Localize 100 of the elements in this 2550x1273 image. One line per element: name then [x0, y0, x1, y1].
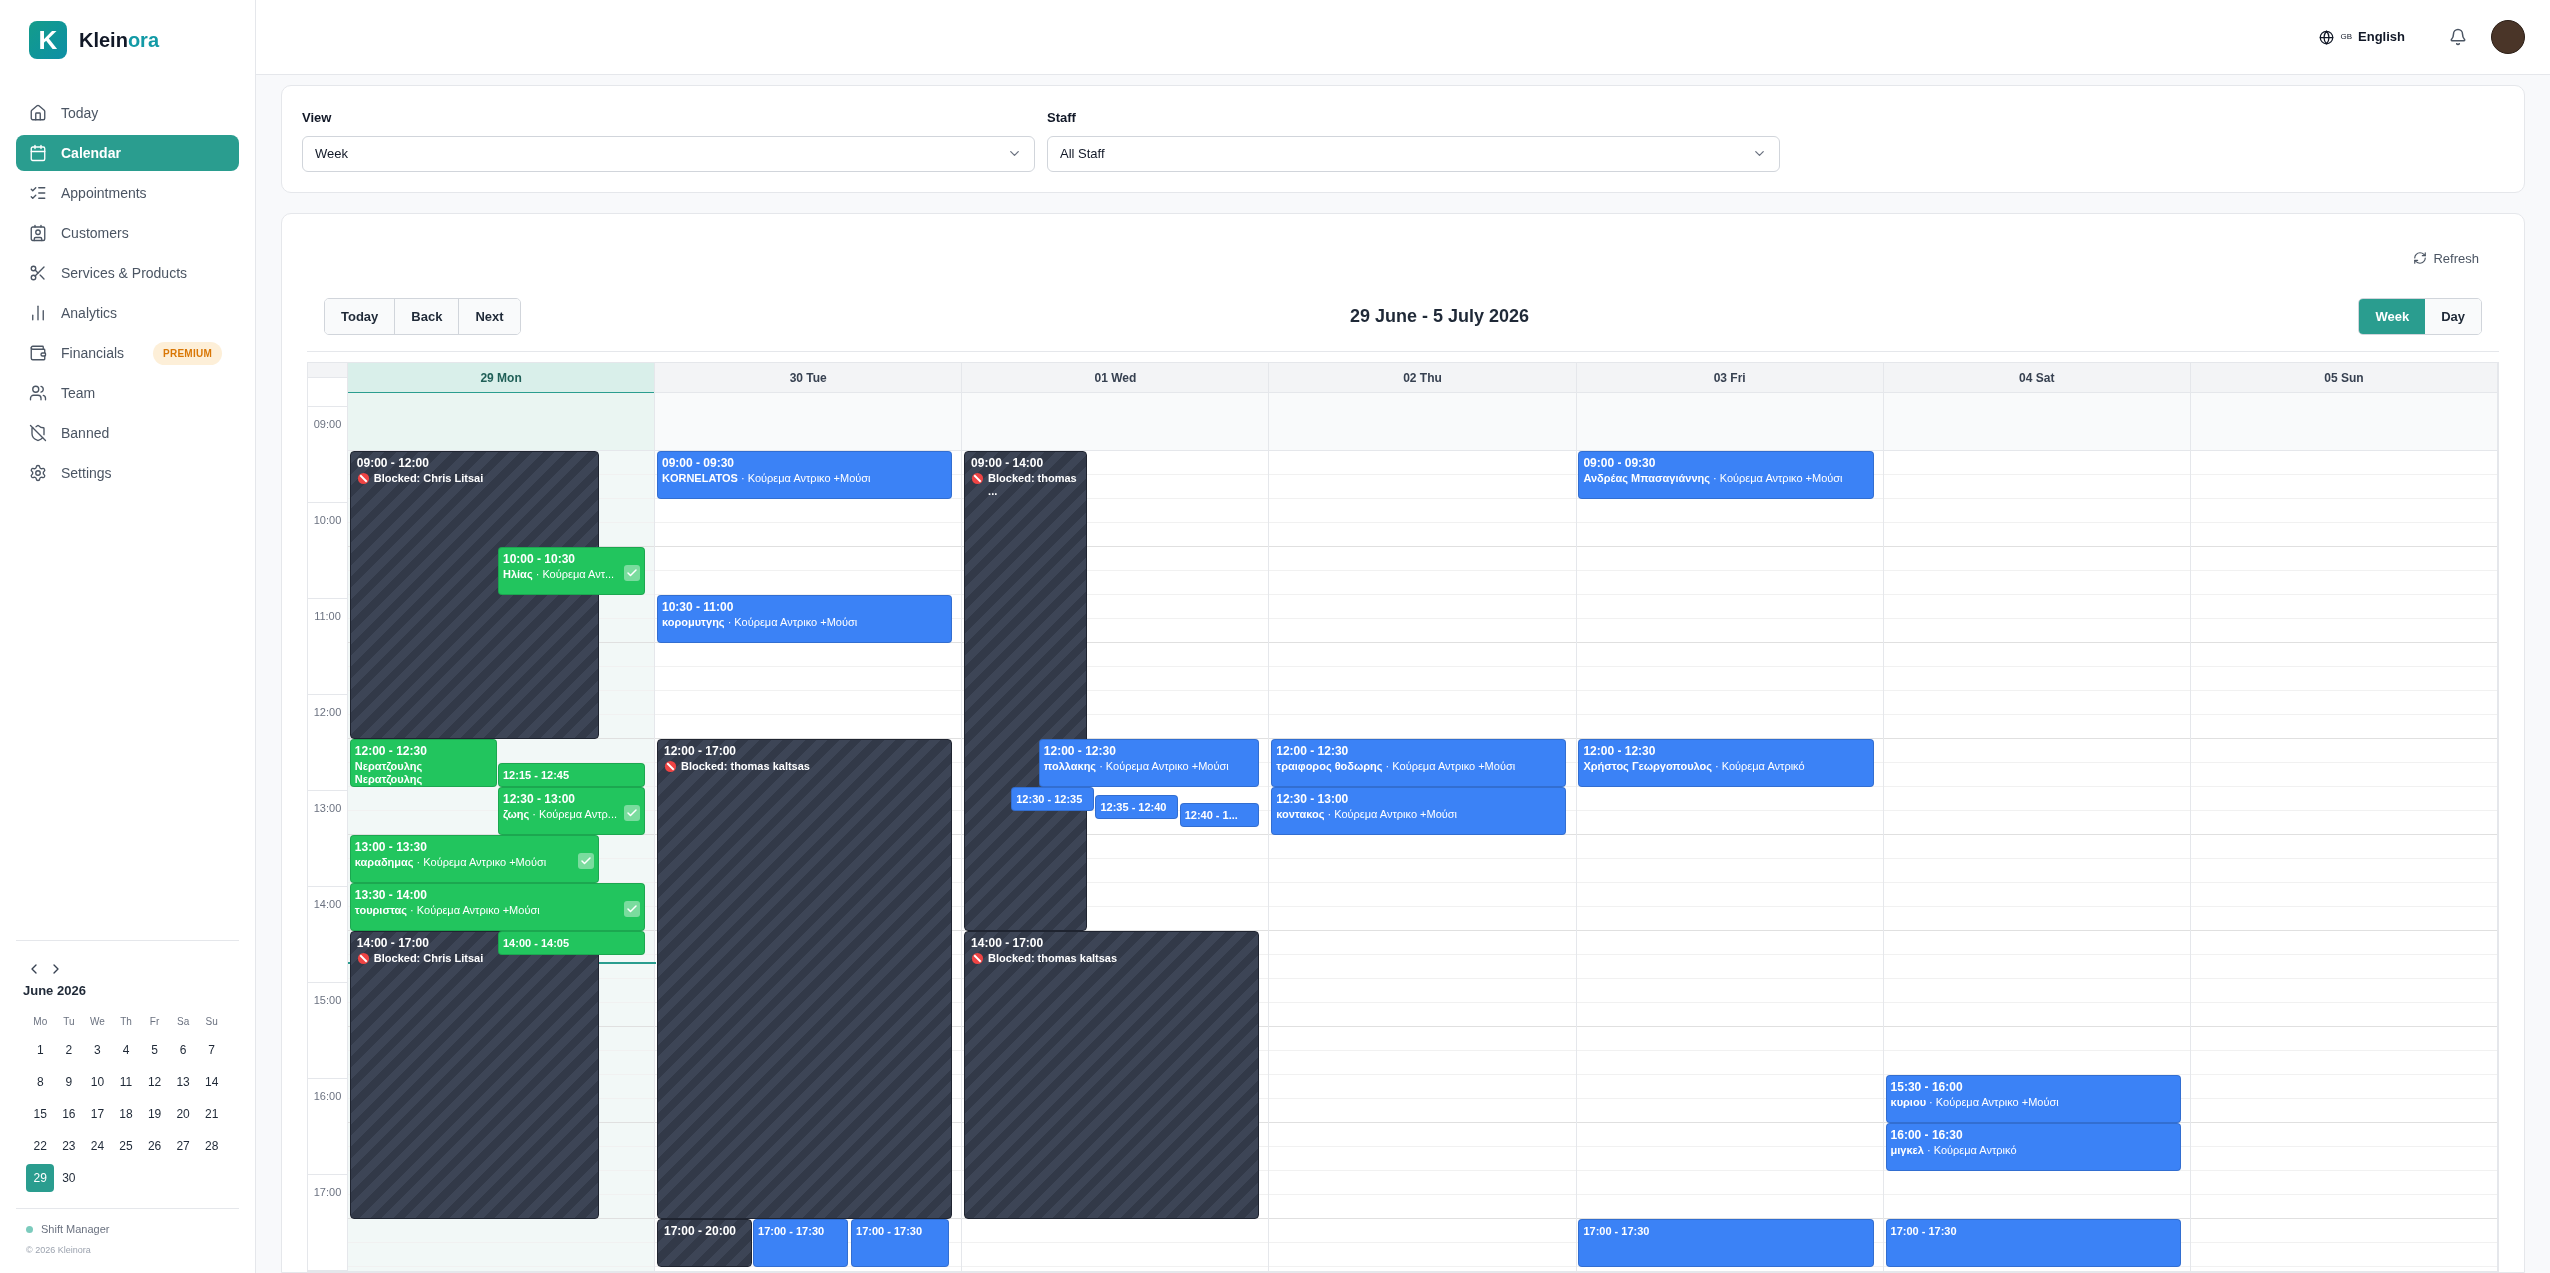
- sidebar-item[interactable]: Analytics: [16, 295, 239, 331]
- calendar-icon: [29, 144, 47, 162]
- sidebar-item[interactable]: Appointments: [16, 175, 239, 211]
- calendar-day[interactable]: 18: [112, 1100, 140, 1128]
- day-header: 01 Wed: [962, 363, 1269, 393]
- calendar-day[interactable]: 30: [54, 1164, 83, 1192]
- calendar-day[interactable]: 14: [197, 1068, 226, 1096]
- check-icon[interactable]: [623, 805, 640, 821]
- calendar-day[interactable]: 3: [83, 1036, 112, 1064]
- event-time: 12:30 - 13:00: [1276, 792, 1349, 806]
- weekday-label: Sa: [176, 1015, 191, 1029]
- nav-button[interactable]: Back: [394, 299, 459, 334]
- appointment-block[interactable]: 17:00 - 17:30: [1885, 1219, 2181, 1267]
- event-details: Ανδρέας Μπασαγιάννης · Κούρεμα Αντρικο +Μούσι: [1583, 472, 1843, 485]
- calendar-day[interactable]: 25: [112, 1132, 140, 1160]
- calendar-day[interactable]: 8: [26, 1068, 55, 1096]
- calendar-day[interactable]: 4: [112, 1036, 140, 1064]
- calendar-day[interactable]: 22: [26, 1132, 55, 1160]
- sidebar-item[interactable]: Customers: [16, 215, 239, 251]
- blocked-icon: [356, 952, 370, 965]
- appointment-block[interactable]: 12:30 - 13:00 κοντακος · Κούρεμα Αντρικο +Μούσι: [1271, 787, 1567, 835]
- appointment-block[interactable]: 15:30 - 16:00 κυριου · Κούρεμα Αντρικο +Μούσι: [1885, 1075, 2181, 1123]
- blocked-time-block[interactable]: 12:00 - 17:00 Blocked: thomas kaltsas: [656, 739, 953, 1219]
- calendar-day[interactable]: 24: [83, 1132, 112, 1160]
- appointment-block[interactable]: 17:00 - 17:30: [851, 1219, 949, 1267]
- calendar-day[interactable]: 19: [140, 1100, 169, 1128]
- calendar-day[interactable]: 23: [54, 1132, 83, 1160]
- event-time: 12:00 - 12:30: [354, 744, 427, 758]
- check-icon[interactable]: [623, 901, 640, 917]
- event-time: 12:00 - 12:30: [1276, 744, 1349, 758]
- appointment-block[interactable]: 12:35 - 12:40: [1095, 795, 1179, 819]
- check-icon[interactable]: [578, 853, 595, 869]
- calendar-day[interactable]: 16: [54, 1100, 83, 1128]
- appointment-block[interactable]: 09:00 - 09:30 KORNELATOS · Κούρεμα Αντρικο +Μούσι: [656, 451, 953, 499]
- weekday-label: Su: [204, 1015, 219, 1029]
- event-time: 09:00 - 12:00: [356, 456, 429, 470]
- blocked-label: Blocked: thomas ...: [988, 472, 1078, 498]
- hour-label: 15:00: [313, 994, 342, 1006]
- appointment-block[interactable]: 09:00 - 09:30 Ανδρέας Μπασαγιάννης · Κούρεμα Αντρικο +Μούσι: [1578, 451, 1874, 499]
- blocked-time-block[interactable]: 17:00 - 20:00: [656, 1219, 752, 1267]
- sidebar-item[interactable]: Settings: [16, 455, 239, 491]
- appointment-block[interactable]: 17:00 - 17:30: [753, 1219, 848, 1267]
- event-time: 12:40 - 1...: [1184, 808, 1238, 822]
- calendar-day[interactable]: 20: [169, 1100, 198, 1128]
- refresh-button[interactable]: Refresh: [2413, 248, 2479, 268]
- appointment-block[interactable]: 12:30 - 12:35: [1011, 787, 1094, 811]
- calendar-day[interactable]: 28: [197, 1132, 226, 1160]
- nav-button[interactable]: Next: [458, 299, 520, 334]
- calendar-day[interactable]: 12: [140, 1068, 169, 1096]
- calendar-day[interactable]: 27: [169, 1132, 198, 1160]
- calendar-day[interactable]: 7: [197, 1036, 226, 1064]
- appointment-block[interactable]: 12:40 - 1...: [1179, 803, 1260, 827]
- select-field[interactable]: Week: [302, 135, 1035, 172]
- language-button[interactable]: GB English: [2319, 27, 2405, 47]
- event-time: 12:00 - 12:30: [1583, 744, 1656, 758]
- event-time: 09:00 - 09:30: [661, 456, 734, 470]
- appointment-block[interactable]: 17:00 - 17:30: [1578, 1219, 1874, 1267]
- hour-label: 10:00: [313, 514, 342, 526]
- event-time: 16:00 - 16:30: [1890, 1128, 1963, 1142]
- appointment-block[interactable]: 16:00 - 16:30 μιγκελ · Κούρεμα Αντρικό: [1885, 1123, 2181, 1171]
- appointment-block[interactable]: 12:00 - 12:30 τραιφορος θοδωρης · Κούρεμα Αντρικο +Μούσι: [1271, 739, 1567, 787]
- nav-button[interactable]: Today: [325, 299, 395, 334]
- notification-bell-icon[interactable]: [2449, 28, 2467, 46]
- select-field[interactable]: All Staff: [1047, 135, 1780, 172]
- calendar-day[interactable]: 13: [169, 1068, 198, 1096]
- calendar-day[interactable]: 2: [54, 1036, 83, 1064]
- sidebar-item[interactable]: Services & Products: [16, 255, 239, 291]
- blocked-label: Blocked: thomas kaltsas: [680, 760, 810, 773]
- calendar-day[interactable]: 17: [83, 1100, 112, 1128]
- event-time: 12:30 - 13:00: [503, 792, 576, 806]
- settings-icon: [29, 464, 47, 482]
- blocked-time-block[interactable]: 14:00 - 17:00 Blocked: thomas kaltsas: [964, 931, 1260, 1219]
- calendar-day[interactable]: 15: [26, 1100, 55, 1128]
- event-time: 17:00 - 17:30: [1583, 1224, 1650, 1238]
- calendar-day[interactable]: 6: [169, 1036, 198, 1064]
- calendar-day[interactable]: 10: [83, 1068, 112, 1096]
- calendar-day[interactable]: 11: [112, 1068, 140, 1096]
- event-time: 09:00 - 14:00: [971, 456, 1044, 470]
- avatar[interactable]: [2491, 20, 2525, 54]
- event-time: 15:30 - 16:00: [1890, 1080, 1963, 1094]
- sidebar-item[interactable]: Banned: [16, 415, 239, 451]
- sidebar-item[interactable]: Financials PREMIUM: [16, 335, 239, 371]
- shield-off-icon: [29, 424, 47, 442]
- sidebar-item[interactable]: Team: [16, 375, 239, 411]
- appointment-block[interactable]: 12:00 - 12:30 Χρήστος Γεωργοπουλος · Κούρεμα Αντρικό: [1578, 739, 1874, 787]
- event-time: 13:00 - 13:30: [354, 840, 427, 854]
- sidebar-item[interactable]: Today: [16, 95, 239, 131]
- event-time: 17:00 - 20:00: [663, 1224, 736, 1238]
- calendar-day[interactable]: 26: [140, 1132, 169, 1160]
- calendar-day[interactable]: 21: [197, 1100, 226, 1128]
- view-tab[interactable]: Day: [2425, 299, 2481, 334]
- calendar-day[interactable]: 1: [26, 1036, 55, 1064]
- hour-label: 09:00: [313, 418, 342, 430]
- appointment-block[interactable]: 10:30 - 11:00 κορομυτγης · Κούρεμα Αντρικο +Μούσι: [656, 595, 953, 643]
- check-icon[interactable]: [623, 565, 640, 581]
- calendar-day[interactable]: 5: [140, 1036, 169, 1064]
- calendar-day[interactable]: 9: [54, 1068, 83, 1096]
- appointment-block[interactable]: 12:00 - 12:30 πολλακης · Κούρεμα Αντρικο +Μούσι: [1038, 739, 1260, 787]
- hour-label: 17:00: [313, 1186, 342, 1198]
- event-details: Νερατζουλης Νερατζουλης: [354, 760, 424, 786]
